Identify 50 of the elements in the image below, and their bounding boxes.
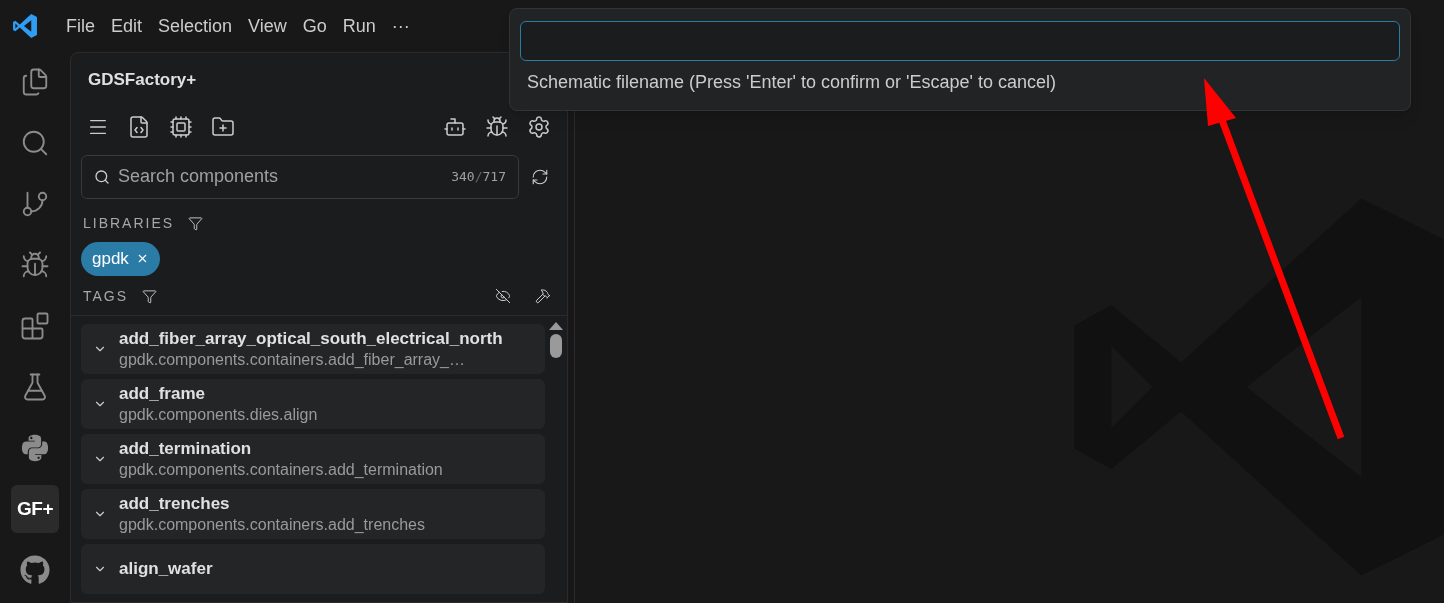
component-item[interactable]: add_frame gpdk.components.dies.align (81, 378, 545, 429)
input-message: Schematic filename (Press 'Enter' to confirm or 'Escape' to cancel) (526, 71, 1057, 94)
section-heading: TAGS (83, 286, 129, 306)
menu-item[interactable]: Run (334, 12, 384, 40)
search-icon (94, 168, 110, 185)
filter-icon[interactable] (188, 215, 204, 231)
component-name: add_fiber_array_optical_south_electrical_north (119, 327, 503, 349)
menu-item[interactable]: Go (294, 12, 335, 40)
new-folder-icon[interactable] (211, 114, 235, 139)
python-icon[interactable] (20, 433, 50, 463)
component-name: align_wafer (119, 558, 213, 579)
section-heading: LIBRARIES (83, 213, 175, 233)
filter-icon[interactable] (142, 288, 158, 304)
files-icon[interactable] (20, 67, 50, 97)
search-field[interactable]: Search components 340/717 (81, 154, 519, 199)
bug-play-icon[interactable] (20, 250, 50, 280)
python-file-icon[interactable] (127, 114, 151, 139)
menu-item[interactable]: File (58, 12, 103, 40)
component-item[interactable]: add_fiber_array_optical_south_electrical_north gpdk.components.containers.add_fiber_array_… (81, 323, 545, 374)
chip-icon[interactable] (169, 114, 193, 139)
scrollbar-thumb[interactable] (550, 333, 562, 358)
github-icon[interactable] (20, 555, 50, 585)
bug-icon[interactable] (485, 114, 509, 139)
app-logo-icon (12, 13, 38, 39)
component-item[interactable]: align_wafer (81, 543, 545, 594)
menu-item[interactable]: Selection (150, 12, 241, 40)
extensions-icon[interactable] (20, 311, 50, 341)
hammer-icon[interactable] (535, 288, 551, 304)
component-name: add_trenches (119, 492, 231, 514)
menu-item[interactable]: View (240, 12, 295, 40)
component-item[interactable]: add_trenches gpdk.components.containers.add_trenches (81, 488, 545, 539)
refresh-icon[interactable] (531, 167, 549, 186)
branch-icon[interactable] (20, 189, 50, 219)
library-chip[interactable]: gpdk (81, 241, 160, 276)
component-path: gpdk.components.dies.align (119, 404, 318, 425)
settings-icon[interactable] (527, 114, 551, 139)
filename-input-field[interactable] (520, 21, 1400, 61)
chip-label: gpdk (92, 247, 129, 270)
menu-item[interactable]: Edit (103, 12, 151, 40)
search-input[interactable]: Search components (118, 163, 444, 190)
component-path: gpdk.components.containers.add_termination (119, 459, 443, 480)
search-icon[interactable] (20, 128, 50, 158)
component-name: add_frame (119, 382, 206, 404)
component-name: add_termination (119, 437, 253, 459)
component-item[interactable]: add_termination gpdk.components.containers.add_termination (81, 433, 545, 484)
component-path: gpdk.components.containers.add_fiber_array_… (119, 349, 466, 370)
hidden-icon[interactable] (495, 288, 511, 304)
component-path: gpdk.components.containers.add_trenches (119, 514, 425, 535)
result-count: 340/717 (451, 167, 506, 186)
menu-item[interactable]: ··· (383, 12, 418, 40)
